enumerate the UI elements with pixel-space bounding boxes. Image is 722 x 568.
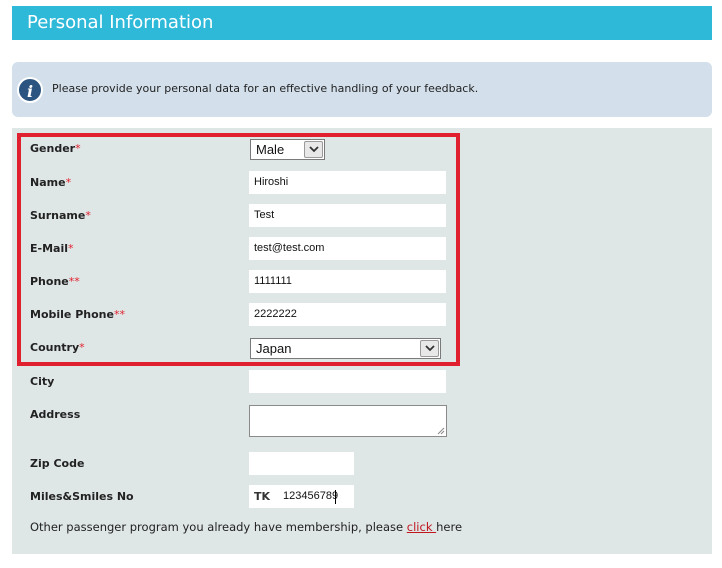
surname-field[interactable]: Test <box>249 204 446 227</box>
section-header: Personal Information <box>12 6 712 40</box>
country-label: Country* <box>30 341 85 354</box>
info-icon: i <box>17 77 43 103</box>
email-field[interactable]: test@test.com <box>249 237 446 260</box>
miles-smiles-field[interactable]: TK 123456789 <box>249 485 354 508</box>
email-label: E-Mail* <box>30 242 74 255</box>
mobile-phone-label: Mobile Phone** <box>30 308 125 321</box>
click-here-link[interactable]: click <box>407 520 436 534</box>
section-title: Personal Information <box>27 12 214 33</box>
country-select[interactable]: Japan <box>250 338 441 359</box>
gender-label: Gender* <box>30 142 81 155</box>
city-label: City <box>30 375 55 388</box>
text-caret <box>335 490 336 504</box>
miles-smiles-label: Miles&Smiles No <box>30 490 134 503</box>
zip-code-label: Zip Code <box>30 457 85 470</box>
phone-field[interactable]: 1111111 <box>249 270 446 293</box>
name-field[interactable]: Hiroshi <box>249 171 446 194</box>
miles-smiles-number: 123456789 <box>283 490 339 502</box>
tk-prefix: TK <box>254 490 271 503</box>
chevron-down-icon[interactable] <box>420 340 439 357</box>
city-field[interactable] <box>249 370 446 393</box>
resize-grip-icon[interactable] <box>437 427 445 435</box>
zip-code-field[interactable] <box>249 452 354 475</box>
info-notice: i Please provide your personal data for … <box>12 62 712 117</box>
info-text: Please provide your personal data for an… <box>52 82 479 95</box>
mobile-phone-field[interactable]: 2222222 <box>249 303 446 326</box>
chevron-down-icon[interactable] <box>304 141 323 158</box>
surname-label: Surname* <box>30 209 91 222</box>
name-label: Name* <box>30 176 72 189</box>
address-field[interactable] <box>249 405 447 437</box>
gender-select[interactable]: Male <box>250 139 325 160</box>
phone-label: Phone** <box>30 275 80 288</box>
other-program-text: Other passenger program you already have… <box>30 520 463 534</box>
address-label: Address <box>30 408 81 421</box>
